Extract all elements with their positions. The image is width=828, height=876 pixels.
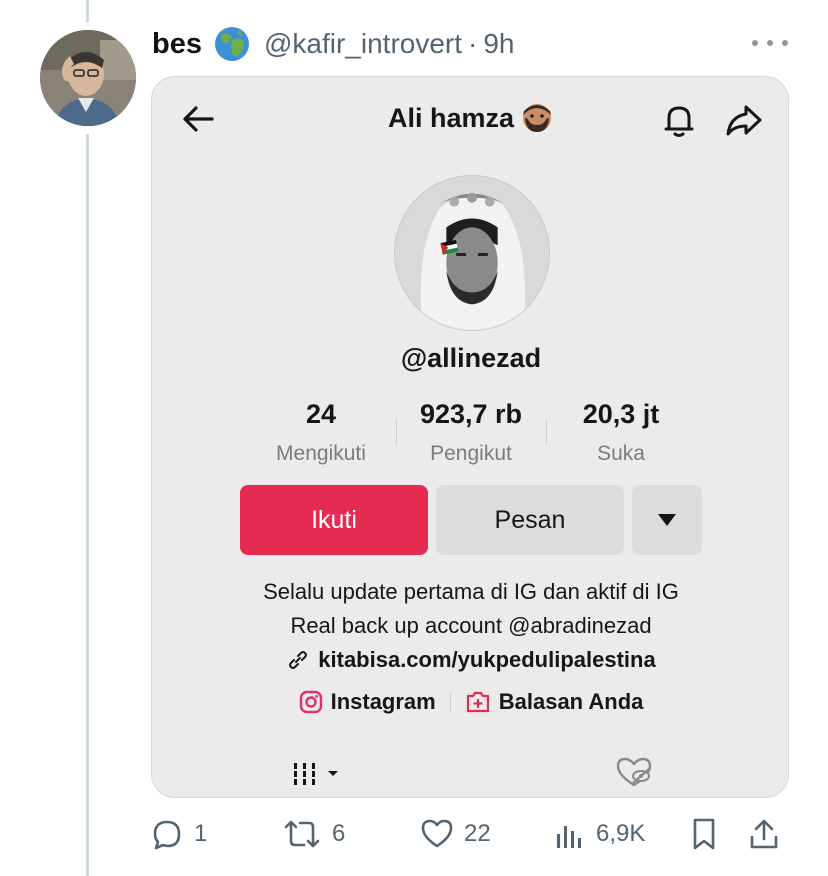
bookmark-button[interactable] (690, 812, 718, 856)
bio-line: Selalu update pertama di IG dan aktif di… (263, 579, 679, 604)
more-options-button[interactable] (752, 30, 788, 56)
replies-label: Balasan Anda (498, 689, 644, 714)
stat-label: Suka (597, 442, 645, 465)
replies-plus-icon (466, 691, 489, 713)
more-suggestions-button[interactable] (632, 485, 702, 555)
earth-globe-icon (212, 24, 252, 64)
social-links: Instagram Balasan Anda (152, 689, 788, 715)
reply-count: 1 (194, 820, 208, 847)
liked-hidden-tab[interactable] (614, 755, 654, 789)
retweet-count: 6 (332, 820, 346, 847)
views-count: 6,9K (596, 820, 646, 847)
analytics-bars-icon (557, 826, 581, 848)
reply-icon (153, 820, 181, 850)
retweet-button[interactable]: 6 (282, 812, 345, 856)
videos-grid-tab[interactable] (292, 757, 342, 787)
bell-icon[interactable] (658, 99, 700, 141)
social-divider (449, 692, 451, 712)
stat-divider (396, 419, 397, 445)
profile-username: @allinezad (400, 343, 542, 373)
reply-button[interactable]: 1 (150, 812, 207, 856)
separator-dot: · (468, 28, 478, 59)
bookmark-icon (693, 818, 715, 850)
tweet-header: bes @kafir_introvert · 9h (152, 24, 515, 64)
profile-stats: 24 Mengikuti 923,7 rb Pengikut 20,3 jt S… (246, 399, 696, 469)
thread-line-top (86, 0, 89, 22)
stat-divider (546, 419, 547, 445)
more-dot-icon (767, 40, 773, 46)
profile-photo[interactable] (394, 175, 550, 331)
profile-bio: Selalu update pertama di IG dan aktif di… (152, 575, 788, 643)
stat-following[interactable]: 24 Mengikuti (246, 399, 396, 469)
embedded-screenshot-card[interactable]: Ali hamza @allinezad 24 Mengikuti 923,7 … (151, 76, 789, 798)
stat-followers[interactable]: 923,7 rb Pengikut (396, 399, 546, 469)
stat-value: 923,7 rb (419, 399, 523, 429)
instagram-link[interactable]: Instagram (299, 689, 436, 715)
link-text: kitabisa.com/yukpedulipalestina (318, 647, 656, 672)
heart-hidden-icon (616, 757, 652, 787)
follow-button[interactable]: Ikuti (240, 485, 428, 555)
views-button[interactable]: 6,9K (554, 812, 645, 856)
heart-icon (421, 819, 453, 848)
caret-down-icon (658, 514, 676, 526)
instagram-icon (299, 690, 322, 714)
message-button[interactable]: Pesan (436, 485, 624, 555)
stat-label: Mengikuti (276, 442, 366, 465)
instagram-label: Instagram (330, 689, 436, 714)
link-icon (289, 651, 308, 669)
more-dot-icon (782, 40, 788, 46)
share-arrow-icon[interactable] (722, 99, 766, 141)
stat-value: 20,3 jt (582, 399, 660, 429)
more-dot-icon (752, 40, 758, 46)
share-button[interactable] (748, 812, 780, 856)
avatar[interactable] (40, 30, 136, 126)
share-upload-icon (750, 819, 778, 849)
thread-line (86, 134, 89, 876)
bio-line: Real back up account @abradinezad (290, 613, 652, 638)
stat-label: Pengikut (430, 442, 512, 465)
retweet-icon (284, 820, 320, 848)
tweet-actions: 1 6 22 6,9K (150, 812, 790, 856)
like-button[interactable]: 22 (420, 812, 491, 856)
profile-link[interactable]: kitabisa.com/yukpedulipalestina (152, 647, 788, 673)
replies-link[interactable]: Balasan Anda (465, 689, 644, 715)
stat-value: 24 (305, 399, 337, 429)
display-name[interactable]: bes (152, 28, 202, 61)
user-handle[interactable]: @kafir_introvert (264, 28, 462, 60)
like-count: 22 (464, 820, 491, 847)
timestamp[interactable]: 9h (483, 28, 514, 60)
stat-likes[interactable]: 20,3 jt Suka (546, 399, 696, 469)
grid-bars-icon (292, 763, 338, 785)
profile-title: Ali hamza (387, 102, 515, 133)
man-beard-emoji-icon (520, 101, 554, 135)
